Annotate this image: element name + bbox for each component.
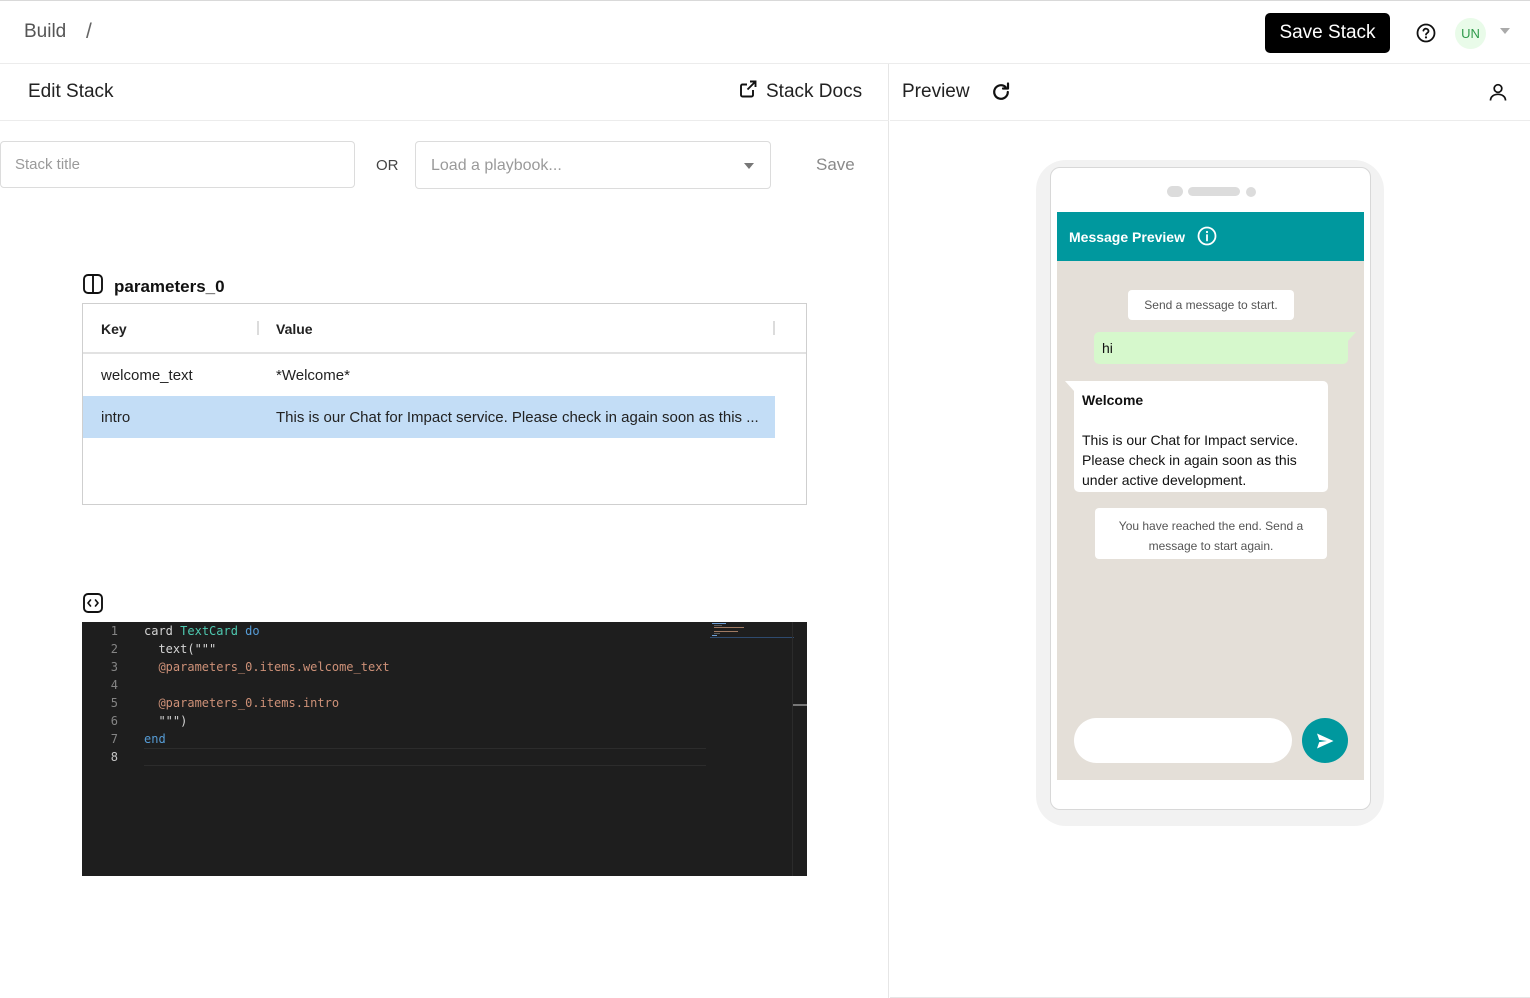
send-icon bbox=[1302, 731, 1348, 751]
code-line: text(""" bbox=[144, 642, 217, 656]
refresh-icon[interactable] bbox=[990, 81, 1012, 103]
panel-title: Edit Stack bbox=[28, 81, 114, 102]
incoming-title: Welcome bbox=[1082, 392, 1144, 408]
stack-docs-link[interactable]: Stack Docs bbox=[738, 80, 862, 104]
editor-scrollbar[interactable] bbox=[792, 622, 793, 876]
user-icon[interactable] bbox=[1488, 82, 1508, 102]
playbook-placeholder: Load a playbook... bbox=[431, 157, 562, 174]
stack-docs-label: Stack Docs bbox=[766, 81, 863, 102]
cell-value: This is our Chat for Impact service. Ple… bbox=[276, 409, 759, 426]
phone-speaker bbox=[1188, 187, 1240, 196]
line-number: 7 bbox=[110, 732, 118, 746]
message-preview-title: Message Preview bbox=[1069, 229, 1185, 245]
info-icon[interactable] bbox=[1197, 226, 1217, 246]
code-line: """) bbox=[144, 714, 188, 728]
save-stack-button[interactable]: Save Stack bbox=[1265, 13, 1390, 53]
parameters-table: Key Value welcome_text *Welcome* intro T… bbox=[82, 303, 807, 505]
phone-camera bbox=[1167, 186, 1183, 197]
code-icon bbox=[82, 592, 104, 619]
outgoing-message: hi bbox=[1094, 332, 1348, 364]
table-row[interactable]: welcome_text *Welcome* bbox=[83, 354, 775, 396]
incoming-body: This is our Chat for Impact service. Ple… bbox=[1082, 432, 1299, 488]
edit-stack-panel: Edit Stack Stack Docs OR Load a playbook… bbox=[0, 64, 889, 998]
line-number: 8 bbox=[110, 750, 118, 764]
line-number: 6 bbox=[110, 714, 118, 728]
code-token: do bbox=[245, 624, 260, 638]
cell-key: intro bbox=[101, 409, 131, 426]
code-line: @parameters_0.items.welcome_text bbox=[144, 660, 390, 674]
cell-key: welcome_text bbox=[101, 367, 193, 384]
cell-value: *Welcome* bbox=[276, 367, 350, 384]
bubble-tail bbox=[1065, 381, 1074, 391]
code-line: @parameters_0.items.intro bbox=[144, 696, 340, 710]
scrollbar-thumb[interactable] bbox=[793, 704, 807, 706]
send-button[interactable] bbox=[1302, 718, 1348, 763]
chevron-down-icon bbox=[744, 163, 754, 169]
code-token: TextCard bbox=[180, 624, 238, 638]
message-preview-bar: Message Preview bbox=[1057, 212, 1364, 261]
chat-screen: Message Preview Send a message to start.… bbox=[1057, 212, 1364, 780]
chevron-down-icon[interactable] bbox=[1500, 28, 1510, 34]
code-minimap[interactable] bbox=[710, 622, 794, 638]
line-number: 2 bbox=[110, 642, 118, 656]
line-number: 4 bbox=[110, 678, 118, 692]
preview-title: Preview bbox=[902, 81, 970, 102]
or-label: OR bbox=[376, 157, 399, 174]
code-editor[interactable]: 1 2 3 4 5 6 7 8 card TextCard do text(""… bbox=[82, 622, 807, 876]
preview-panel: Preview Message Preview Send a message t… bbox=[890, 64, 1530, 998]
incoming-text: Welcome This is our Chat for Impact serv… bbox=[1082, 390, 1322, 490]
code-line: end bbox=[144, 732, 166, 746]
playbook-select[interactable]: Load a playbook... bbox=[415, 141, 771, 189]
outgoing-text: hi bbox=[1102, 340, 1113, 356]
external-link-icon bbox=[738, 79, 758, 105]
system-message-start: Send a message to start. bbox=[1128, 290, 1294, 320]
columns-icon bbox=[82, 273, 104, 300]
phone-sensor bbox=[1246, 187, 1256, 197]
parameters-header: parameters_0 bbox=[82, 273, 225, 300]
phone-frame: Message Preview Send a message to start.… bbox=[1050, 167, 1371, 810]
column-resize-handle[interactable] bbox=[773, 321, 775, 335]
current-line-highlight bbox=[144, 748, 706, 766]
column-header-value[interactable]: Value bbox=[276, 321, 313, 337]
code-token: card bbox=[144, 624, 173, 638]
column-header-key[interactable]: Key bbox=[101, 321, 127, 337]
table-header: Key Value bbox=[83, 304, 806, 354]
breadcrumb-build[interactable]: Build bbox=[24, 21, 66, 43]
help-icon[interactable] bbox=[1416, 23, 1436, 43]
table-row[interactable]: intro This is our Chat for Impact servic… bbox=[83, 396, 775, 438]
line-number: 1 bbox=[110, 624, 118, 638]
column-resize-handle[interactable] bbox=[257, 321, 259, 335]
line-number: 3 bbox=[110, 660, 118, 674]
breadcrumb-separator: / bbox=[86, 20, 92, 43]
avatar[interactable]: UN bbox=[1455, 18, 1486, 49]
message-input[interactable] bbox=[1074, 718, 1292, 763]
parameters-title: parameters_0 bbox=[114, 276, 225, 296]
line-number: 5 bbox=[110, 696, 118, 710]
stack-title-input[interactable] bbox=[0, 141, 355, 188]
bubble-tail bbox=[1347, 332, 1356, 342]
code-line: card TextCard do bbox=[144, 624, 260, 638]
save-button[interactable]: Save bbox=[816, 155, 855, 175]
top-bar: Build / Save Stack UN bbox=[0, 0, 1530, 64]
edit-stack-header: Edit Stack Stack Docs bbox=[0, 64, 889, 121]
preview-header: Preview bbox=[890, 64, 1530, 121]
system-message-end: You have reached the end. Send a message… bbox=[1095, 508, 1327, 559]
incoming-message: Welcome This is our Chat for Impact serv… bbox=[1074, 381, 1328, 492]
